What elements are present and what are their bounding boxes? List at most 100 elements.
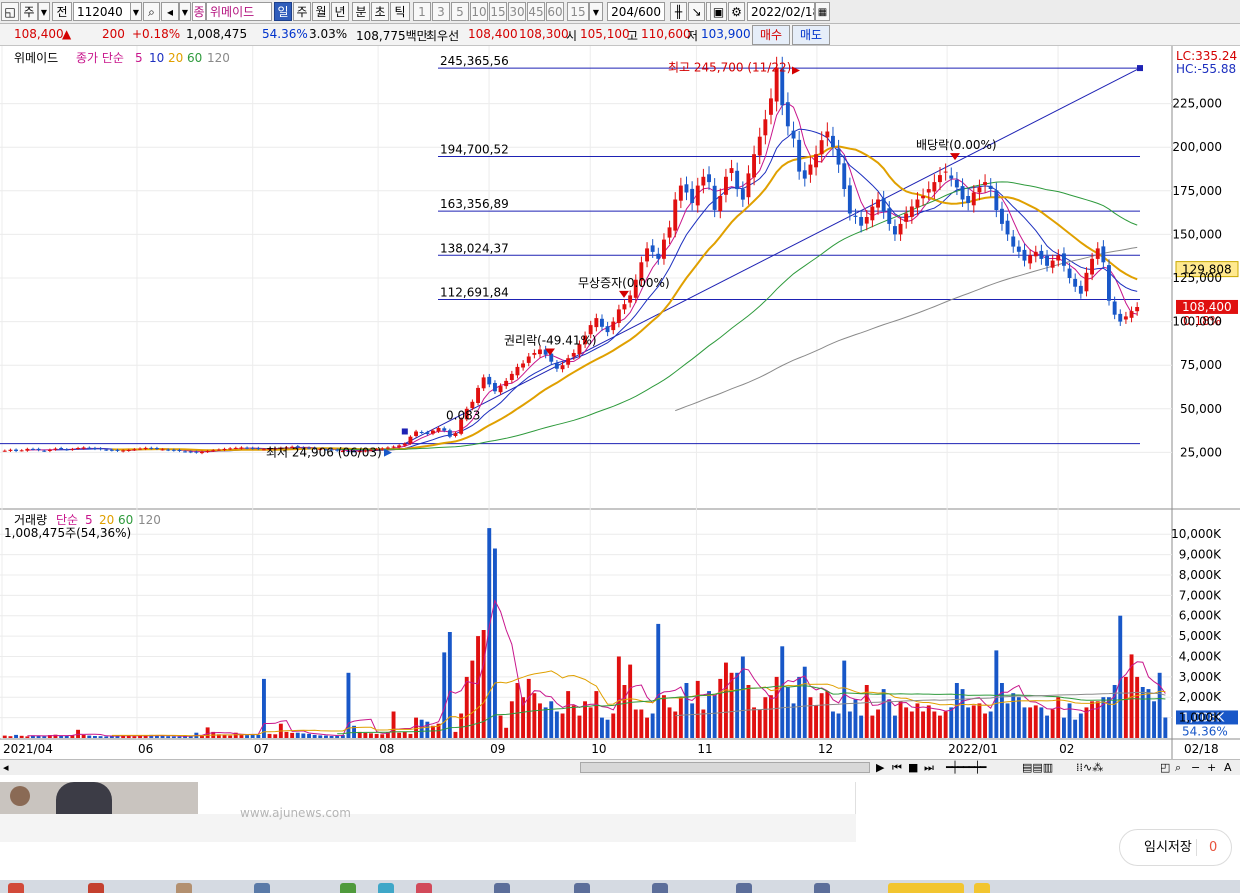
scroll-thumb[interactable] <box>580 762 870 773</box>
volume-bar <box>267 733 272 738</box>
zoom-in-icon[interactable]: + <box>1207 761 1216 774</box>
lc-label: LC:335.24 <box>1176 49 1237 63</box>
candle-body <box>662 239 666 259</box>
app-icon[interactable] <box>88 883 104 893</box>
app-icon[interactable] <box>574 883 590 893</box>
save-icon[interactable]: ▣ <box>710 2 727 21</box>
gear-icon[interactable]: ⚙ <box>728 2 745 21</box>
volume-bar <box>369 733 373 738</box>
chart-scrollbar[interactable]: ◂ ▶ ⏮ ■ ⏭ ━┿━━━┿━ ▤▤▥ ⁞⁞∿⁂ ◰ ⌕ − + A <box>0 759 1240 775</box>
volume-bar <box>616 656 621 738</box>
app-icon[interactable] <box>8 883 24 893</box>
app-icon[interactable] <box>974 883 990 893</box>
font-icon[interactable]: A <box>1224 761 1232 774</box>
temp-save-button[interactable]: 임시저장 0 <box>1119 829 1232 866</box>
date-input[interactable]: 2022/02/18 <box>747 2 815 21</box>
interval-tick[interactable]: 틱 <box>390 2 410 21</box>
interval-day[interactable]: 일 <box>274 2 292 21</box>
stop-icon[interactable]: ■ <box>908 761 918 774</box>
capture-icon[interactable]: ◰ <box>1160 761 1170 774</box>
stock-chart[interactable]: 245,365,56 194,700,52 163,356,89 138,024,37… <box>0 46 1240 760</box>
volume-bar <box>391 711 396 738</box>
tick-1[interactable]: 1 <box>413 2 431 21</box>
price-legend-name[interactable]: 위메이드 <box>14 51 58 65</box>
interval-second[interactable]: 초 <box>371 2 389 21</box>
volume-legend-name[interactable]: 거래량 <box>14 513 47 527</box>
volume-bar <box>847 711 852 738</box>
period-select[interactable]: 주 <box>20 2 38 21</box>
search-icon[interactable]: ⌕ <box>143 2 160 21</box>
app-icon[interactable] <box>254 883 270 893</box>
app-icon[interactable] <box>494 883 510 893</box>
volume-bar <box>324 735 328 738</box>
tick-15[interactable]: 15 <box>489 2 507 21</box>
calendar-icon[interactable]: ▦ <box>815 2 830 21</box>
window-icon[interactable]: ◱ <box>1 2 19 21</box>
tick-10[interactable]: 10 <box>470 2 488 21</box>
volume-bar <box>921 711 925 738</box>
volume-bar <box>893 715 897 738</box>
volume-bar <box>453 731 458 738</box>
chart-annotation: 권리락(-49.41%) <box>504 333 597 347</box>
chevron-down-icon[interactable]: ▼ <box>589 2 603 21</box>
candle-body <box>724 176 728 195</box>
tick-30[interactable]: 30 <box>508 2 526 21</box>
volume-bar <box>205 727 210 738</box>
play-icon[interactable]: ▶ <box>876 761 884 774</box>
candle-body <box>752 154 756 178</box>
tools-icon[interactable]: ⁞⁞∿⁂ <box>1076 761 1103 774</box>
code-input[interactable]: 112040 <box>73 2 131 21</box>
next-icon[interactable]: ⏭ <box>924 761 934 775</box>
tick-custom[interactable]: 15 <box>567 2 589 21</box>
app-icon[interactable] <box>416 883 432 893</box>
app-icon[interactable] <box>736 883 752 893</box>
stock-name[interactable]: 위메이드 <box>206 2 272 21</box>
app-icon[interactable] <box>652 883 668 893</box>
tool-icon[interactable]: ↘ <box>688 2 705 21</box>
zoom-out-icon[interactable]: − <box>1191 761 1200 774</box>
speaker-icon[interactable]: ◂ <box>161 2 179 21</box>
prev-button[interactable]: 전 <box>52 2 72 21</box>
volume-bar <box>853 699 858 738</box>
chevron-down-icon[interactable]: ▼ <box>179 2 191 21</box>
sell-button[interactable]: 매도 <box>792 25 830 45</box>
interval-minute[interactable]: 분 <box>352 2 370 21</box>
candle-body <box>1129 311 1134 318</box>
tick-60[interactable]: 60 <box>546 2 564 21</box>
candle-body <box>194 451 199 453</box>
interval-month[interactable]: 월 <box>312 2 330 21</box>
scroll-left-icon[interactable]: ◂ <box>3 761 9 774</box>
chart-area[interactable]: 245,365,56 194,700,52 163,356,89 138,024,37… <box>0 46 1240 760</box>
buy-button[interactable]: 매수 <box>752 25 790 45</box>
high-price: 110,600 <box>641 27 691 41</box>
tick-3[interactable]: 3 <box>432 2 450 21</box>
layout-icon[interactable]: ▤▤▥ <box>1022 761 1053 774</box>
prev-icon[interactable]: ⏮ <box>892 761 902 775</box>
app-icon[interactable] <box>176 883 192 893</box>
chevron-down-icon[interactable]: ▼ <box>38 2 50 21</box>
volume-ratio-label: 54.36% <box>1182 724 1228 738</box>
candle-body <box>1062 253 1066 266</box>
volume-bar <box>42 736 47 738</box>
volume-bar <box>780 646 785 738</box>
chevron-down-icon[interactable]: ▼ <box>130 2 142 21</box>
app-icon[interactable] <box>378 883 394 893</box>
hc-label: HC:-55.88 <box>1176 62 1236 76</box>
count-input[interactable]: 204/600 <box>607 2 665 21</box>
candle-body <box>893 226 897 235</box>
app-icon[interactable] <box>814 883 830 893</box>
candle-body <box>515 366 520 376</box>
zoom-icon[interactable]: ⌕ <box>1175 761 1181 775</box>
candle-body <box>594 318 599 328</box>
interval-year[interactable]: 년 <box>331 2 349 21</box>
volume-bar <box>611 713 616 738</box>
app-icon[interactable] <box>340 883 356 893</box>
zoom-slider[interactable]: ━┿━━━┿━ <box>946 761 986 774</box>
tick-5[interactable]: 5 <box>451 2 469 21</box>
candle-body <box>960 186 965 200</box>
candle-body <box>2 450 7 452</box>
app-icon[interactable] <box>888 883 964 893</box>
tick-45[interactable]: 45 <box>527 2 545 21</box>
candle-type-icon[interactable]: ╫ <box>670 2 687 21</box>
interval-week[interactable]: 주 <box>293 2 311 21</box>
